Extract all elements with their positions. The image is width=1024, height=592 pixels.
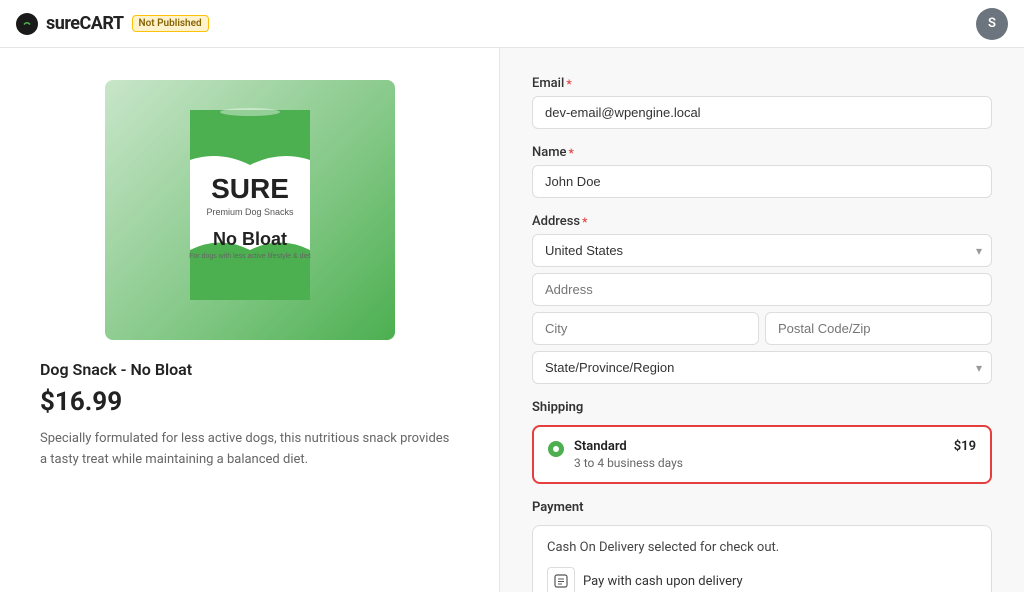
logo-area: sureCART Not Published (16, 13, 209, 35)
country-select-wrapper: United States Canada United Kingdom ▾ (532, 234, 992, 267)
name-input[interactable] (532, 165, 992, 198)
user-avatar[interactable]: S (976, 8, 1008, 40)
name-label: Name * (532, 145, 992, 160)
product-name: Dog Snack - No Bloat (40, 360, 459, 379)
email-label: Email * (532, 76, 992, 91)
address-label: Address * (532, 214, 992, 229)
product-bag-svg: SURE Premium Dog Snacks No Bloat For dog… (170, 90, 330, 330)
name-group: Name * (532, 145, 992, 198)
shipping-radio-selected-icon (548, 441, 564, 457)
shipping-info: Standard 3 to 4 business days (574, 439, 944, 470)
name-required: * (569, 146, 574, 160)
svg-text:SURE: SURE (211, 173, 289, 204)
payment-title: Payment (532, 500, 992, 515)
city-postal-row (532, 312, 992, 345)
payment-box: Cash On Delivery selected for check out. (532, 525, 992, 592)
shipping-name: Standard (574, 439, 944, 454)
payment-group: Payment Cash On Delivery selected for ch… (532, 500, 992, 592)
email-required: * (566, 77, 571, 91)
shipping-option-standard[interactable]: Standard 3 to 4 business days $19 (532, 425, 992, 484)
shipping-title: Shipping (532, 400, 992, 415)
address-fields: United States Canada United Kingdom ▾ (532, 234, 992, 384)
state-select-wrapper: State/Province/Region Alabama Alaska Ari… (532, 351, 992, 384)
cash-delivery-icon (547, 567, 575, 592)
postal-input[interactable] (765, 312, 992, 345)
svg-text:Premium Dog Snacks: Premium Dog Snacks (206, 207, 294, 217)
product-image-container: SURE Premium Dog Snacks No Bloat For dog… (105, 80, 395, 340)
state-select[interactable]: State/Province/Region Alabama Alaska Ari… (532, 351, 992, 384)
country-select[interactable]: United States Canada United Kingdom (532, 234, 992, 267)
product-image: SURE Premium Dog Snacks No Bloat For dog… (105, 80, 395, 340)
product-price: $16.99 (40, 387, 459, 417)
shipping-group: Shipping Standard 3 to 4 business days $… (532, 400, 992, 484)
city-input[interactable] (532, 312, 759, 345)
payment-method-label: Pay with cash upon delivery (583, 574, 743, 589)
shipping-price: $19 (954, 439, 976, 454)
email-input[interactable] (532, 96, 992, 129)
right-panel: Email * Name * Address * (500, 48, 1024, 592)
product-description: Specially formulated for less active dog… (40, 429, 459, 471)
address-line-input[interactable] (532, 273, 992, 306)
main-content: SURE Premium Dog Snacks No Bloat For dog… (0, 48, 1024, 592)
shipping-radio-inner (553, 446, 559, 452)
svg-text:No Bloat: No Bloat (213, 229, 287, 249)
logo-text: sureCART (46, 13, 124, 34)
payment-description: Cash On Delivery selected for check out. (547, 540, 977, 555)
page-wrapper: sureCART Not Published S (0, 0, 1024, 592)
shipping-days: 3 to 4 business days (574, 456, 944, 470)
top-bar: sureCART Not Published S (0, 0, 1024, 48)
address-required: * (582, 215, 587, 229)
payment-method: Pay with cash upon delivery (547, 567, 977, 592)
address-group: Address * United States Canada United Ki… (532, 214, 992, 384)
svg-text:For dogs with less active life: For dogs with less active lifestyle & di… (189, 253, 311, 260)
not-published-badge: Not Published (132, 15, 209, 32)
email-group: Email * (532, 76, 992, 129)
surecart-logo-icon (16, 13, 38, 35)
left-panel: SURE Premium Dog Snacks No Bloat For dog… (0, 48, 500, 592)
